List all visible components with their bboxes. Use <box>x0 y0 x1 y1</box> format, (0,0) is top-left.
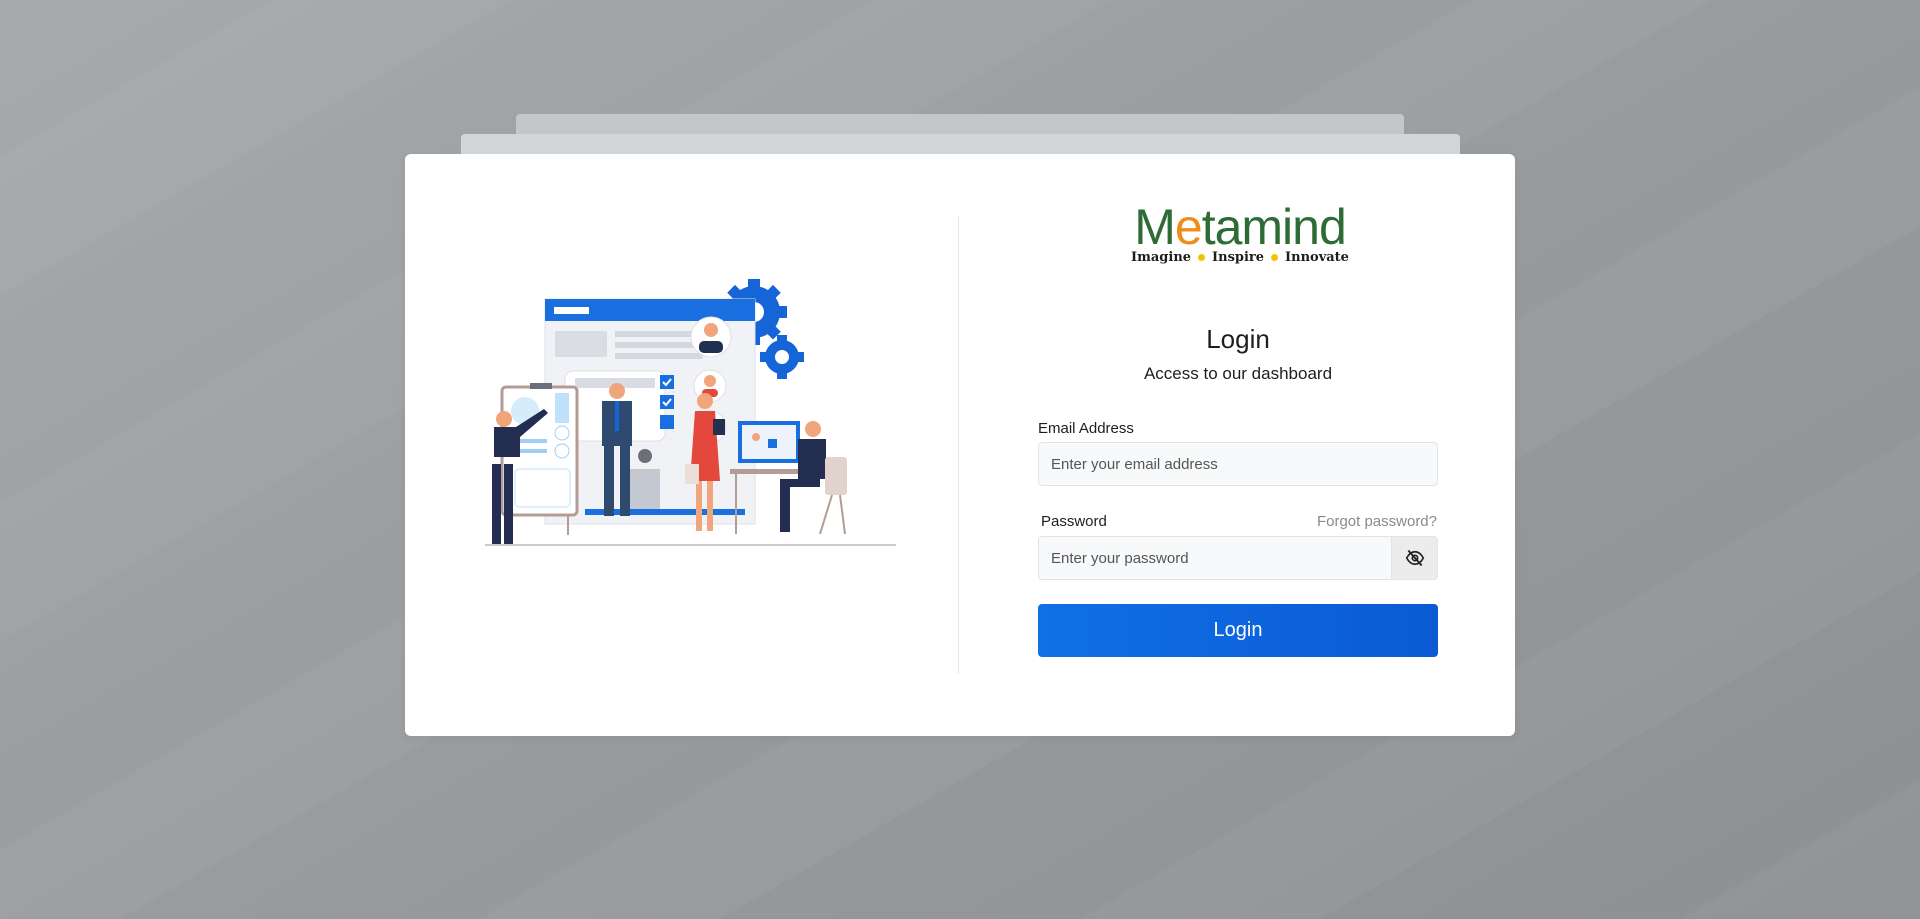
small-gear-icon <box>760 335 804 379</box>
tagline-dot-icon <box>1198 254 1206 261</box>
vertical-divider <box>958 216 959 674</box>
email-label: Email Address <box>1038 420 1134 437</box>
password-field[interactable] <box>1038 536 1393 580</box>
forgot-password-link[interactable]: Forgot password? <box>1315 513 1437 530</box>
logo-tagline: Imagine Inspire Innovate <box>1131 250 1349 265</box>
metamind-logo: Metamind Imagine Inspire Innovate <box>1125 198 1355 272</box>
email-field[interactable] <box>1038 442 1438 486</box>
toggle-password-visibility-button[interactable] <box>1391 536 1438 580</box>
login-title: Login <box>1206 324 1270 354</box>
eye-off-icon <box>1405 549 1424 567</box>
login-card: + <box>405 154 1515 736</box>
team-collaboration-illustration: + <box>485 279 896 546</box>
password-label: Password <box>1041 513 1107 530</box>
tagline-dot-icon <box>1271 254 1279 261</box>
login-button[interactable]: Login <box>1038 604 1438 657</box>
logo-wordmark: Metamind <box>1134 199 1347 255</box>
login-subtitle: Access to our dashboard <box>1143 364 1333 383</box>
